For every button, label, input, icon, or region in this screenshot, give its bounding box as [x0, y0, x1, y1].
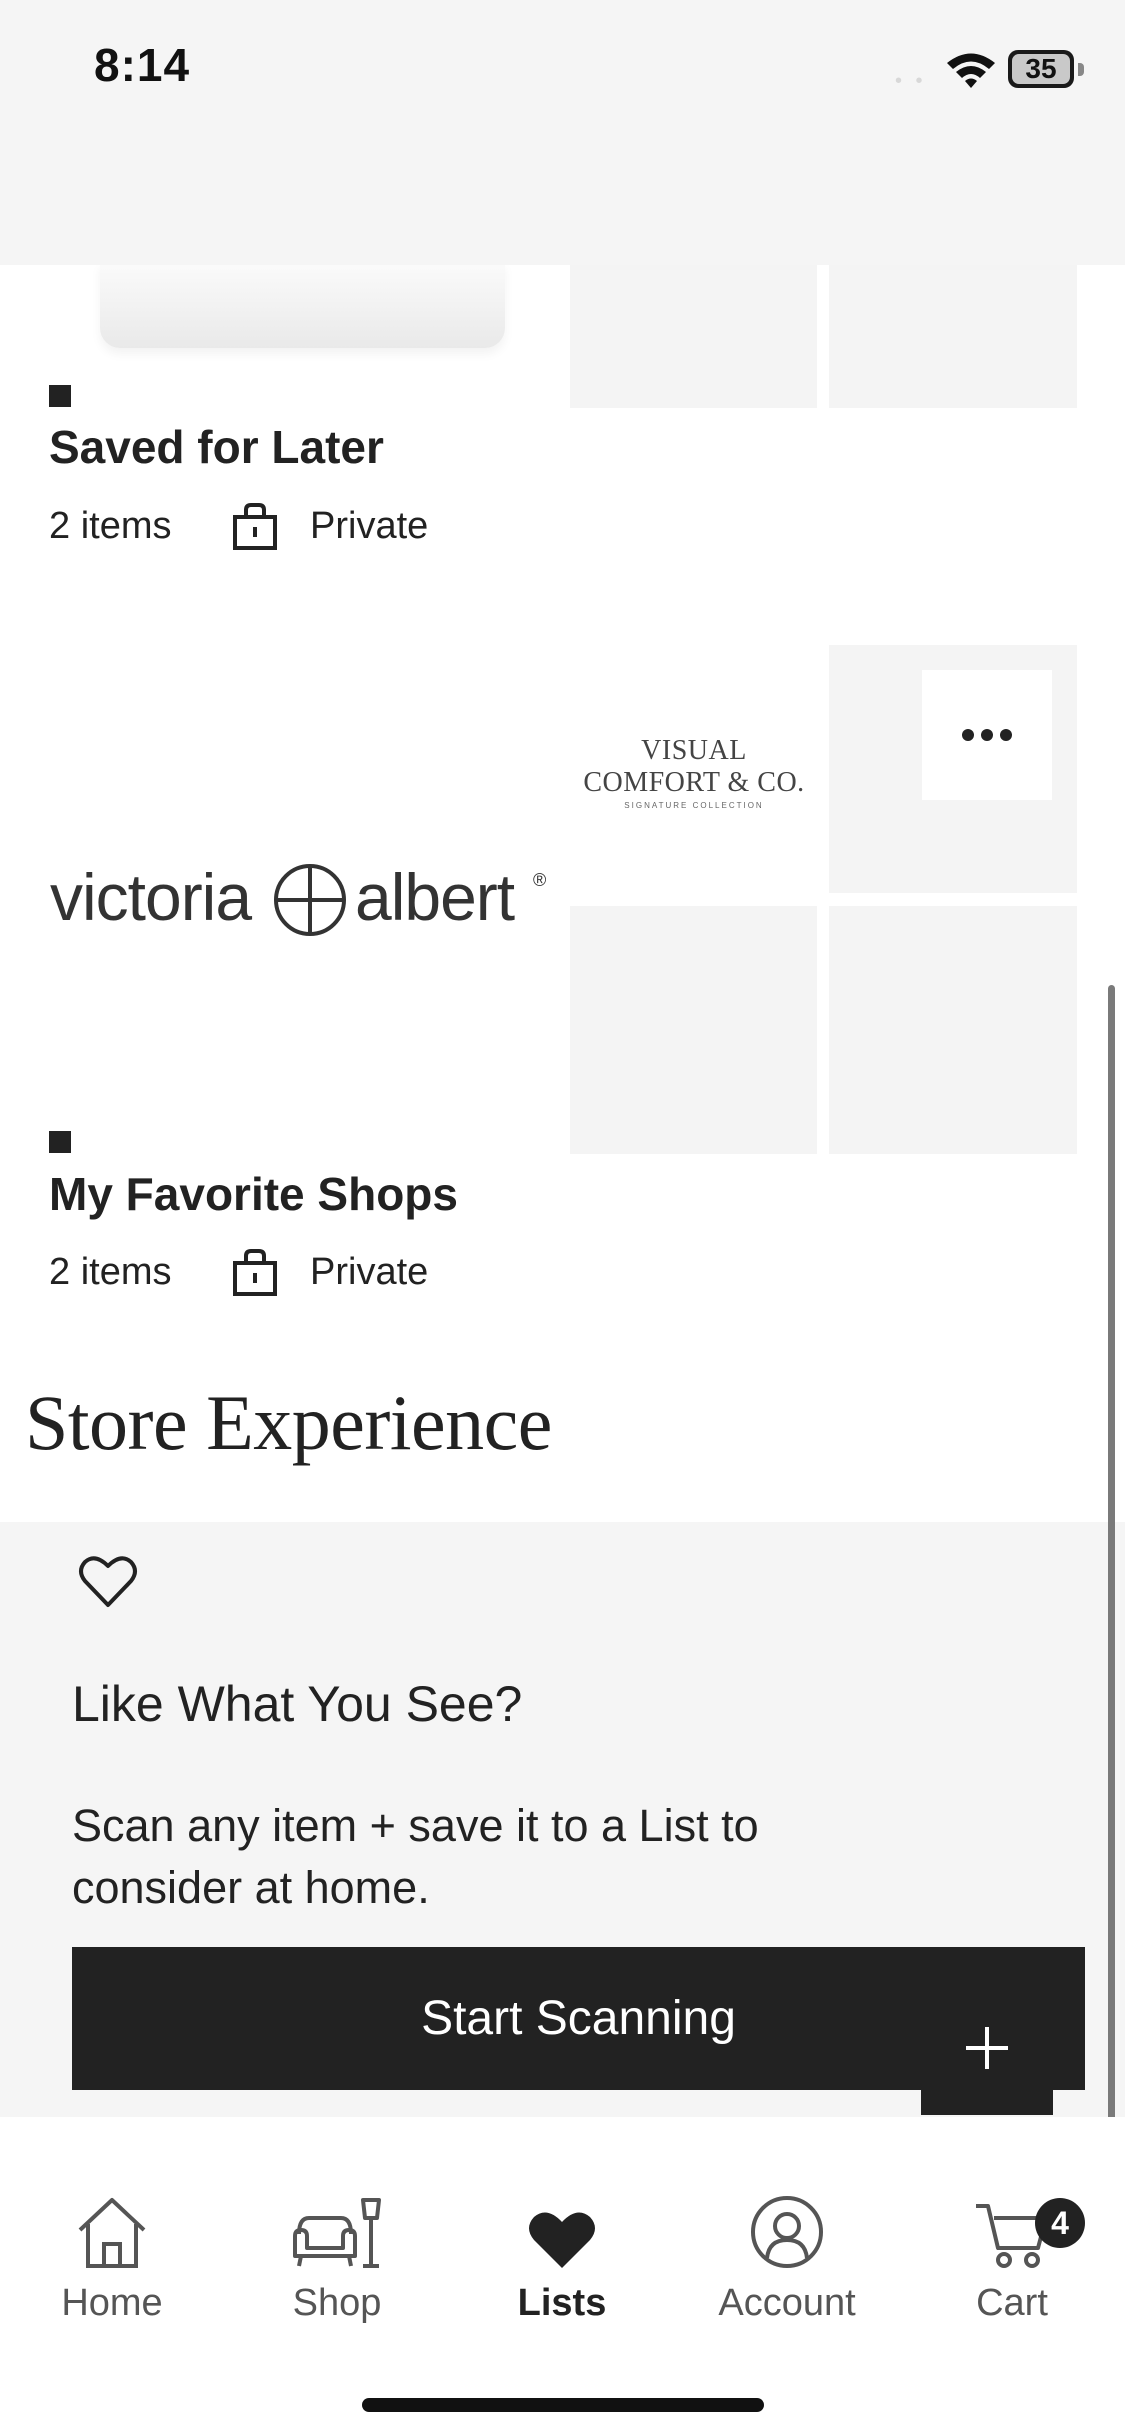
section-heading: Store Experience	[25, 1379, 552, 1466]
cart-count-badge: 4	[1035, 2198, 1085, 2248]
scrollbar[interactable]	[1108, 985, 1115, 2180]
list-item-count: 2 items	[49, 1251, 172, 1293]
promo-title: Like What You See?	[72, 1676, 523, 1732]
tab-label: Home	[61, 2282, 163, 2324]
list-title[interactable]: Saved for Later	[49, 420, 384, 474]
list-marker	[49, 385, 71, 407]
visual-comfort-tagline: SIGNATURE COLLECTION	[624, 801, 764, 810]
lock-icon	[233, 1249, 277, 1296]
victoria-albert-logo: victoria albert ®	[50, 860, 546, 936]
house-icon	[78, 2198, 146, 2268]
plus-icon	[966, 2026, 1008, 2069]
tab-account[interactable]: Account	[687, 2190, 887, 2340]
list-thumbnail[interactable]	[829, 262, 1077, 408]
list-cover-image[interactable]	[100, 262, 505, 348]
tab-shop[interactable]: Shop	[237, 2190, 437, 2340]
tab-label: Lists	[517, 2282, 607, 2324]
tab-label: Cart	[976, 2282, 1048, 2324]
list-title[interactable]: My Favorite Shops	[49, 1167, 458, 1221]
list-thumbnail[interactable]	[570, 262, 817, 408]
battery-level: 35	[1025, 53, 1057, 84]
tab-home[interactable]: Home	[12, 2190, 212, 2340]
list-marker	[49, 1131, 71, 1153]
heart-outline-icon	[79, 1556, 137, 1607]
visual-comfort-wordmark: VISUAL COMFORT & CO.	[583, 735, 805, 798]
more-options-button[interactable]	[922, 670, 1052, 800]
ellipsis-icon	[962, 729, 1012, 741]
tab-label: Account	[718, 2282, 856, 2324]
cellular-signal-icon: • •	[895, 70, 927, 92]
lock-icon	[233, 503, 277, 550]
account-icon	[751, 2196, 823, 2268]
tab-lists[interactable]: Lists	[462, 2190, 662, 2340]
list-thumbnail[interactable]	[570, 906, 817, 1154]
armchair-lamp-icon	[293, 2198, 381, 2268]
status-time: 8:14	[94, 39, 191, 91]
promo-description: Scan any item + save it to a List to con…	[72, 1800, 759, 1913]
battery-icon: 35	[1008, 50, 1084, 90]
wifi-icon	[947, 53, 995, 88]
svg-text:victoria: victoria	[50, 860, 252, 934]
list-item-count: 2 items	[49, 505, 172, 547]
start-scanning-label: Start Scanning	[421, 1992, 736, 2045]
list-privacy: Private	[310, 505, 429, 547]
heart-filled-icon	[529, 2212, 595, 2268]
svg-text:albert: albert	[355, 860, 515, 934]
svg-text:®: ®	[533, 870, 546, 890]
list-privacy: Private	[310, 1251, 429, 1293]
home-indicator[interactable]	[362, 2398, 764, 2412]
visual-comfort-logo: VISUAL COMFORT & CO. SIGNATURE COLLECTIO…	[570, 735, 818, 810]
tab-label: Shop	[292, 2282, 382, 2324]
list-thumbnail[interactable]	[829, 906, 1077, 1154]
add-list-button[interactable]	[921, 1980, 1053, 2115]
